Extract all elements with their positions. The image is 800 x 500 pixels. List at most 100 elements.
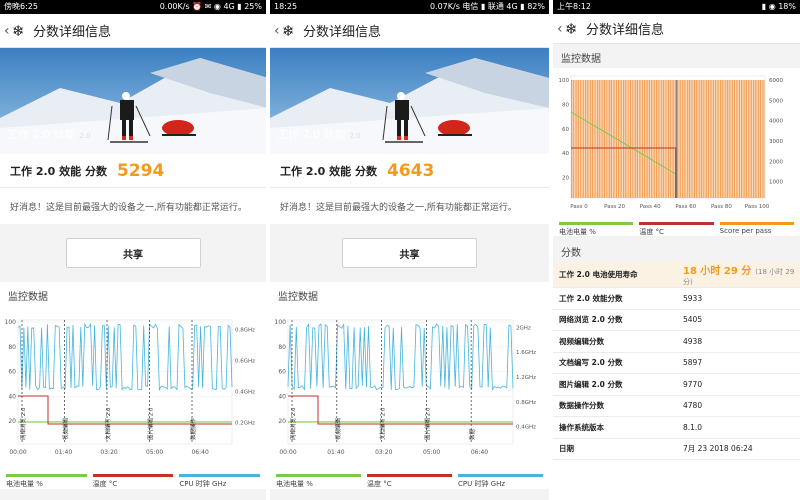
left-tick-label: 60: [562, 127, 569, 133]
monitor-section-title: 监控数据: [553, 44, 800, 68]
score-row: 工作 2.0 效能 分数 4643: [270, 154, 549, 188]
score-bar: [645, 80, 647, 198]
score-bar: [718, 80, 720, 198]
left-tick-label: 60: [278, 369, 286, 376]
left-tick-label: 60: [8, 369, 16, 376]
score-bar: [740, 80, 743, 198]
score-label: 日期: [553, 438, 677, 460]
x-tick-label: 01:40: [55, 449, 72, 456]
x-tick-label: 00:00: [279, 449, 296, 456]
score-label: 操作系统版本: [553, 416, 677, 439]
workload-marker-label: 网络浏览 2.0: [289, 407, 297, 440]
score-bar: [626, 80, 628, 198]
table-row: 图片编辑 2.0 分数 9770: [553, 373, 800, 396]
score-label: 工作 2.0 效能分数: [553, 287, 677, 310]
score-bar: [659, 80, 661, 198]
score-bar: [603, 80, 606, 198]
right-tick-label: 2000: [769, 159, 783, 165]
score-bar: [598, 80, 600, 198]
score-value: 5897: [677, 352, 800, 374]
workload-marker-label: 数据: [468, 428, 476, 440]
left-tick-label: 40: [8, 393, 16, 400]
score-bar: [695, 80, 697, 198]
score-label: 视频编辑分数: [553, 330, 677, 353]
score-value: 9770: [677, 373, 800, 396]
score-label: 工作 2.0 电池使用寿命: [553, 262, 677, 288]
legend-battery: 电池电量 %: [559, 228, 596, 236]
score-bar: [638, 80, 640, 198]
score-value: 5294: [116, 160, 165, 181]
right-tick-label: 0.2GHz: [235, 420, 255, 426]
score-bar: [732, 80, 734, 198]
monitor-section-title: 监控数据: [0, 282, 266, 304]
score-bar: [631, 80, 633, 198]
score-bar: [590, 80, 592, 198]
status-bar: 18:25 0.07K/s 电信 ▮ 联通 4G ▮ 82%: [270, 0, 549, 14]
score-bar: [671, 80, 673, 198]
score-bar: [666, 80, 668, 198]
score-bar: [680, 80, 682, 198]
score-bar: [612, 80, 614, 198]
status-right: ▮ ◉ 18%: [761, 2, 796, 11]
score-bar: [623, 80, 625, 198]
score-bar: [737, 80, 739, 198]
x-tick-label: 00:00: [9, 449, 26, 456]
share-button[interactable]: 共享: [342, 238, 477, 268]
score-bar: [593, 80, 595, 198]
score-bar: [735, 80, 737, 198]
score-bar: [571, 80, 573, 198]
score-bar: [619, 80, 621, 198]
screenshot-panel-2: 18:25 0.07K/s 电信 ▮ 联通 4G ▮ 82% ‹ ❄ 分数详细信…: [270, 0, 549, 500]
score-value-text: 7月 23 2018 06:24: [683, 444, 753, 454]
legend-temp: 温度 °C: [92, 480, 118, 488]
back-chevron-icon[interactable]: ‹: [4, 23, 12, 39]
score-value-text: 4938: [683, 336, 703, 346]
score-bar: [681, 80, 684, 198]
score-bar: [654, 80, 656, 198]
score-bar: [633, 80, 635, 198]
score-bar: [756, 80, 758, 198]
right-tick-label: 1000: [769, 180, 783, 186]
score-bar: [595, 80, 597, 198]
score-bar: [749, 80, 751, 198]
legend-temp: 温度 °C: [367, 480, 392, 488]
right-tick-label: 0.6GHz: [235, 358, 255, 364]
score-value: 5933: [677, 287, 800, 310]
score-bar: [628, 80, 630, 198]
score-bar: [640, 80, 642, 198]
left-tick-label: 20: [562, 176, 569, 182]
right-tick-label: 0.4GHz: [235, 389, 255, 395]
score-bar: [586, 80, 588, 198]
screenshot-panel-1: 傍晚6:25 0.00K/s ⏰ ✉ ◉ 4G ▮ 25% ‹ ❄ 分数详细信息: [0, 0, 268, 500]
score-bar: [572, 80, 574, 198]
status-message: 好消息！这是目前最强大的设备之一,所有功能都正常运行。: [0, 188, 266, 224]
left-tick-label: 40: [278, 393, 286, 400]
score-bar: [723, 80, 725, 198]
hero-banner: 工作 2.0 效能 2.0: [270, 48, 549, 154]
back-chevron-icon[interactable]: ‹: [274, 23, 282, 39]
chart-legend: 电池电量 % 温度 °C Score per pass: [553, 218, 800, 236]
score-bar: [758, 80, 760, 198]
score-bar: [685, 80, 687, 198]
back-chevron-icon[interactable]: ‹: [557, 21, 565, 37]
left-tick-label: 40: [562, 151, 569, 157]
score-bar: [721, 80, 723, 198]
score-bar: [697, 80, 699, 198]
score-bar: [635, 80, 637, 198]
score-label: 数据操作分数: [553, 395, 677, 417]
score-value: 8.1.0: [677, 416, 800, 439]
score-bar: [605, 80, 607, 198]
share-button[interactable]: 共享: [65, 238, 201, 268]
score-label: 文档编写 2.0 分数: [553, 352, 677, 374]
legend-score: Score per pass: [719, 227, 772, 235]
workload-marker-label: 文档编写 2.0: [104, 407, 112, 440]
score-bar: [591, 80, 594, 198]
right-tick-label: 5000: [769, 98, 783, 104]
score-bar: [725, 80, 727, 198]
score-bar: [647, 80, 649, 198]
score-bar: [733, 80, 736, 198]
right-tick-label: 4000: [769, 119, 783, 125]
score-value: 4780: [677, 395, 800, 417]
score-bar: [664, 80, 666, 198]
status-bar: 傍晚6:25 0.00K/s ⏰ ✉ ◉ 4G ▮ 25%: [0, 0, 266, 14]
